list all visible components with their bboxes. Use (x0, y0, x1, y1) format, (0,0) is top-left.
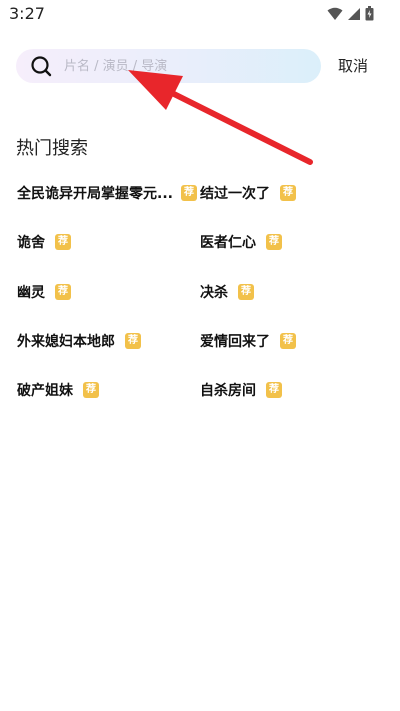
hot-search-item-label: 外来媳妇本地郎 (17, 334, 115, 350)
hot-search-item-label: 幽灵 (17, 285, 45, 301)
hot-search-title: 热门搜索 (16, 138, 88, 159)
status-icons (327, 6, 374, 21)
battery-icon (365, 6, 374, 21)
hot-search-item[interactable]: 决杀 荐 (200, 281, 254, 303)
search-bar[interactable] (16, 49, 321, 83)
hot-search-item-label: 医者仁心 (200, 235, 256, 251)
recommend-badge: 荐 (125, 333, 141, 349)
recommend-badge: 荐 (55, 234, 71, 250)
hot-search-item-label: 自杀房间 (200, 383, 256, 399)
status-bar: 3:27 (0, 0, 400, 28)
cancel-button[interactable]: 取消 (338, 55, 368, 76)
recommend-badge: 荐 (280, 185, 296, 201)
hot-search-item[interactable]: 破产姐妹 荐 (17, 379, 99, 401)
hot-search-item-label: 破产姐妹 (17, 383, 73, 399)
recommend-badge: 荐 (238, 284, 254, 300)
hot-search-item-label: 全民诡异开局掌握零元... (17, 186, 173, 202)
hot-search-item-label: 爱情回来了 (200, 334, 270, 350)
recommend-badge: 荐 (83, 382, 99, 398)
search-input[interactable] (64, 56, 304, 76)
recommend-badge: 荐 (55, 284, 71, 300)
status-time: 3:27 (9, 4, 45, 23)
recommend-badge: 荐 (266, 234, 282, 250)
hot-search-item[interactable]: 全民诡异开局掌握零元... 荐 (17, 182, 197, 204)
search-icon (31, 56, 52, 77)
hot-search-item[interactable]: 医者仁心 荐 (200, 231, 282, 253)
hot-search-item[interactable]: 幽灵 荐 (17, 281, 71, 303)
hot-search-item-label: 诡舍 (17, 235, 45, 251)
hot-search-item[interactable]: 自杀房间 荐 (200, 379, 282, 401)
hot-search-item[interactable]: 诡舍 荐 (17, 231, 71, 253)
recommend-badge: 荐 (180, 185, 197, 201)
hot-search-item-label: 决杀 (200, 285, 228, 301)
hot-search-item[interactable]: 外来媳妇本地郎 荐 (17, 330, 141, 352)
signal-icon (348, 7, 360, 20)
recommend-badge: 荐 (266, 382, 282, 398)
hot-search-item-label: 结过一次了 (200, 186, 270, 202)
annotation-arrow (128, 70, 313, 165)
wifi-icon (327, 7, 343, 20)
hot-search-item[interactable]: 爱情回来了 荐 (200, 330, 296, 352)
recommend-badge: 荐 (280, 333, 296, 349)
hot-search-item[interactable]: 结过一次了 荐 (200, 182, 296, 204)
